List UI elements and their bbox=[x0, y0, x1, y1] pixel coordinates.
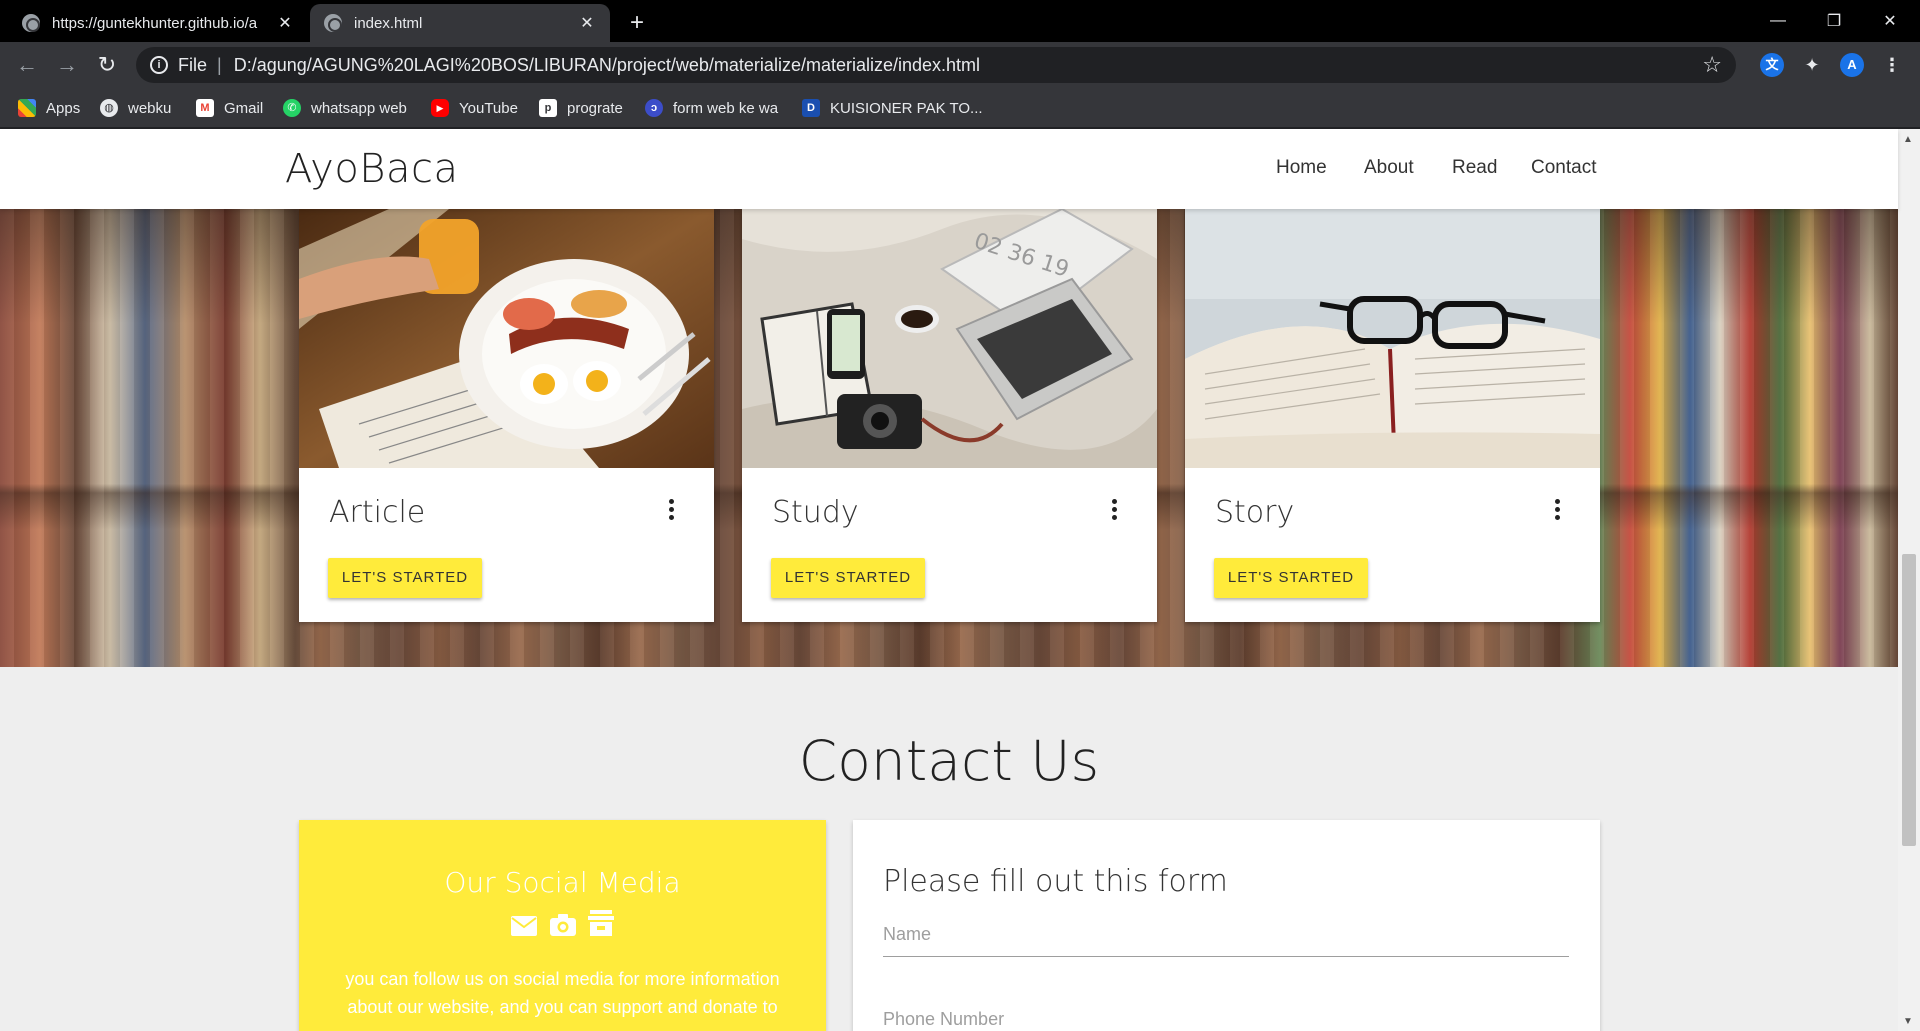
site-navbar: AyoBaca Home About Read Contact bbox=[0, 129, 1898, 209]
page-viewport: AyoBaca Home About Read Contact Article … bbox=[0, 129, 1920, 1031]
lets-started-button[interactable]: LET'S STARTED bbox=[771, 558, 925, 598]
bookmarks-bar: Apps ◍ webku M Gmail ✆ whatsapp web ▶ Yo… bbox=[0, 88, 1920, 128]
forward-icon[interactable]: → bbox=[52, 50, 82, 80]
new-tab-button[interactable]: + bbox=[622, 8, 652, 38]
bookmark-label: KUISIONER PAK TO... bbox=[830, 99, 983, 117]
more-vert-icon[interactable] bbox=[668, 499, 676, 523]
more-vert-icon[interactable] bbox=[1554, 499, 1562, 523]
bookmark-label: form web ke wa bbox=[673, 99, 779, 117]
bookmark-label: whatsapp web bbox=[311, 99, 407, 117]
bookmark-label: prograte bbox=[567, 99, 623, 117]
prograte-icon: p bbox=[539, 99, 557, 117]
bookmark-youtube[interactable]: ▶ YouTube bbox=[431, 96, 518, 120]
scroll-down-arrow-icon[interactable]: ▼ bbox=[1903, 1016, 1913, 1027]
bookmark-label: YouTube bbox=[459, 99, 518, 117]
name-field[interactable] bbox=[883, 913, 1569, 957]
profile-avatar[interactable]: A bbox=[1840, 53, 1864, 77]
card-article: Article LET'S STARTED bbox=[299, 209, 714, 622]
bookmark-whatsapp[interactable]: ✆ whatsapp web bbox=[283, 96, 407, 120]
nav-about[interactable]: About bbox=[1364, 157, 1414, 179]
browser-toolbar: ← → ↻ i File | D:/agung/AGUNG%20LAGI%20B… bbox=[0, 42, 1920, 88]
browser-tab-active[interactable]: index.html ✕ bbox=[310, 4, 610, 42]
bookmark-gmail[interactable]: M Gmail bbox=[196, 96, 263, 120]
breakfast-image bbox=[299, 209, 714, 468]
url-text[interactable]: D:/agung/AGUNG%20LAGI%20BOS/LIBURAN/proj… bbox=[234, 55, 980, 76]
social-icons bbox=[299, 910, 826, 941]
bookmark-prograte[interactable]: p prograte bbox=[539, 96, 623, 120]
tab-title: index.html bbox=[354, 14, 423, 32]
tab-close-icon[interactable]: ✕ bbox=[578, 13, 596, 33]
reload-icon[interactable]: ↻ bbox=[92, 50, 122, 80]
scrollbar-thumb[interactable] bbox=[1902, 554, 1916, 846]
card-story: Story LET'S STARTED bbox=[1185, 209, 1600, 622]
more-vert-icon[interactable] bbox=[1111, 499, 1119, 523]
camera-icon[interactable] bbox=[549, 914, 576, 941]
lets-started-button[interactable]: LET'S STARTED bbox=[328, 558, 482, 598]
bookmark-label: Gmail bbox=[224, 99, 264, 117]
contact-form-card: Please fill out this form bbox=[853, 820, 1600, 1031]
youtube-icon: ▶ bbox=[431, 99, 449, 117]
bookmark-form-web[interactable]: ɔ form web ke wa bbox=[645, 96, 778, 120]
nav-contact[interactable]: Contact bbox=[1531, 157, 1596, 179]
form-icon: ɔ bbox=[645, 99, 663, 117]
card-title: Article bbox=[329, 495, 426, 530]
contact-heading: Contact Us bbox=[798, 729, 1100, 793]
globe-icon bbox=[22, 14, 40, 32]
globe-icon bbox=[324, 14, 342, 32]
social-media-description: you can follow us on social media for mo… bbox=[345, 969, 780, 1017]
restore-button[interactable]: ❐ bbox=[1806, 0, 1862, 42]
mail-icon[interactable] bbox=[511, 916, 538, 941]
apps-grid-icon bbox=[18, 99, 36, 117]
close-window-button[interactable]: ✕ bbox=[1862, 0, 1918, 42]
social-media-card: Our Social Media you can follow us on so… bbox=[299, 820, 826, 1031]
bookmark-apps[interactable]: Apps bbox=[18, 96, 80, 120]
book-glasses-image bbox=[1185, 209, 1600, 468]
translate-extension-icon[interactable]: 文 bbox=[1760, 53, 1784, 77]
form-title: Please fill out this form bbox=[883, 864, 1228, 899]
nav-read[interactable]: Read bbox=[1452, 157, 1497, 179]
globe-icon: ◍ bbox=[100, 99, 118, 117]
whatsapp-icon: ✆ bbox=[283, 99, 301, 117]
docs-icon: D bbox=[802, 99, 820, 117]
social-media-title: Our Social Media bbox=[444, 866, 681, 899]
url-separator: | bbox=[217, 54, 222, 75]
page-scrollbar[interactable]: ▲ ▼ bbox=[1898, 129, 1920, 1031]
tab-title: https://guntekhunter.github.io/a bbox=[52, 14, 258, 32]
scroll-up-arrow-icon[interactable]: ▲ bbox=[1903, 134, 1913, 145]
bookmark-label: Apps bbox=[46, 99, 81, 117]
site-logo[interactable]: AyoBaca bbox=[285, 146, 459, 192]
tab-close-icon[interactable]: ✕ bbox=[276, 13, 294, 33]
browser-tab-bar: https://guntekhunter.github.io/a ✕ index… bbox=[0, 0, 1920, 42]
menu-kebab-icon[interactable]: ⋮ bbox=[1880, 53, 1904, 77]
bookmark-webku[interactable]: ◍ webku bbox=[100, 96, 171, 120]
nav-home[interactable]: Home bbox=[1276, 157, 1327, 179]
bookmark-kuisioner[interactable]: D KUISIONER PAK TO... bbox=[802, 96, 983, 120]
card-title: Story bbox=[1215, 495, 1295, 530]
url-scheme: File bbox=[178, 54, 208, 75]
card-title: Study bbox=[772, 495, 859, 530]
lets-started-button[interactable]: LET'S STARTED bbox=[1214, 558, 1368, 598]
back-icon[interactable]: ← bbox=[12, 50, 42, 80]
bookmark-label: webku bbox=[128, 99, 172, 117]
browser-tab[interactable]: https://guntekhunter.github.io/a ✕ bbox=[8, 4, 308, 42]
address-bar[interactable]: i File | D:/agung/AGUNG%20LAGI%20BOS/LIB… bbox=[136, 47, 1736, 83]
phone-number-field[interactable] bbox=[883, 998, 1569, 1031]
laptop-image: 02 36 19 bbox=[742, 209, 1157, 468]
info-icon[interactable]: i bbox=[150, 56, 168, 74]
store-icon[interactable] bbox=[587, 910, 614, 941]
card-study: 02 36 19 Study LET'S STARTED bbox=[742, 209, 1157, 622]
extensions-puzzle-icon[interactable]: ✦ bbox=[1800, 53, 1824, 77]
bookmark-star-icon[interactable]: ☆ bbox=[1702, 52, 1722, 78]
minimize-button[interactable]: — bbox=[1750, 0, 1806, 42]
gmail-icon: M bbox=[196, 99, 214, 117]
